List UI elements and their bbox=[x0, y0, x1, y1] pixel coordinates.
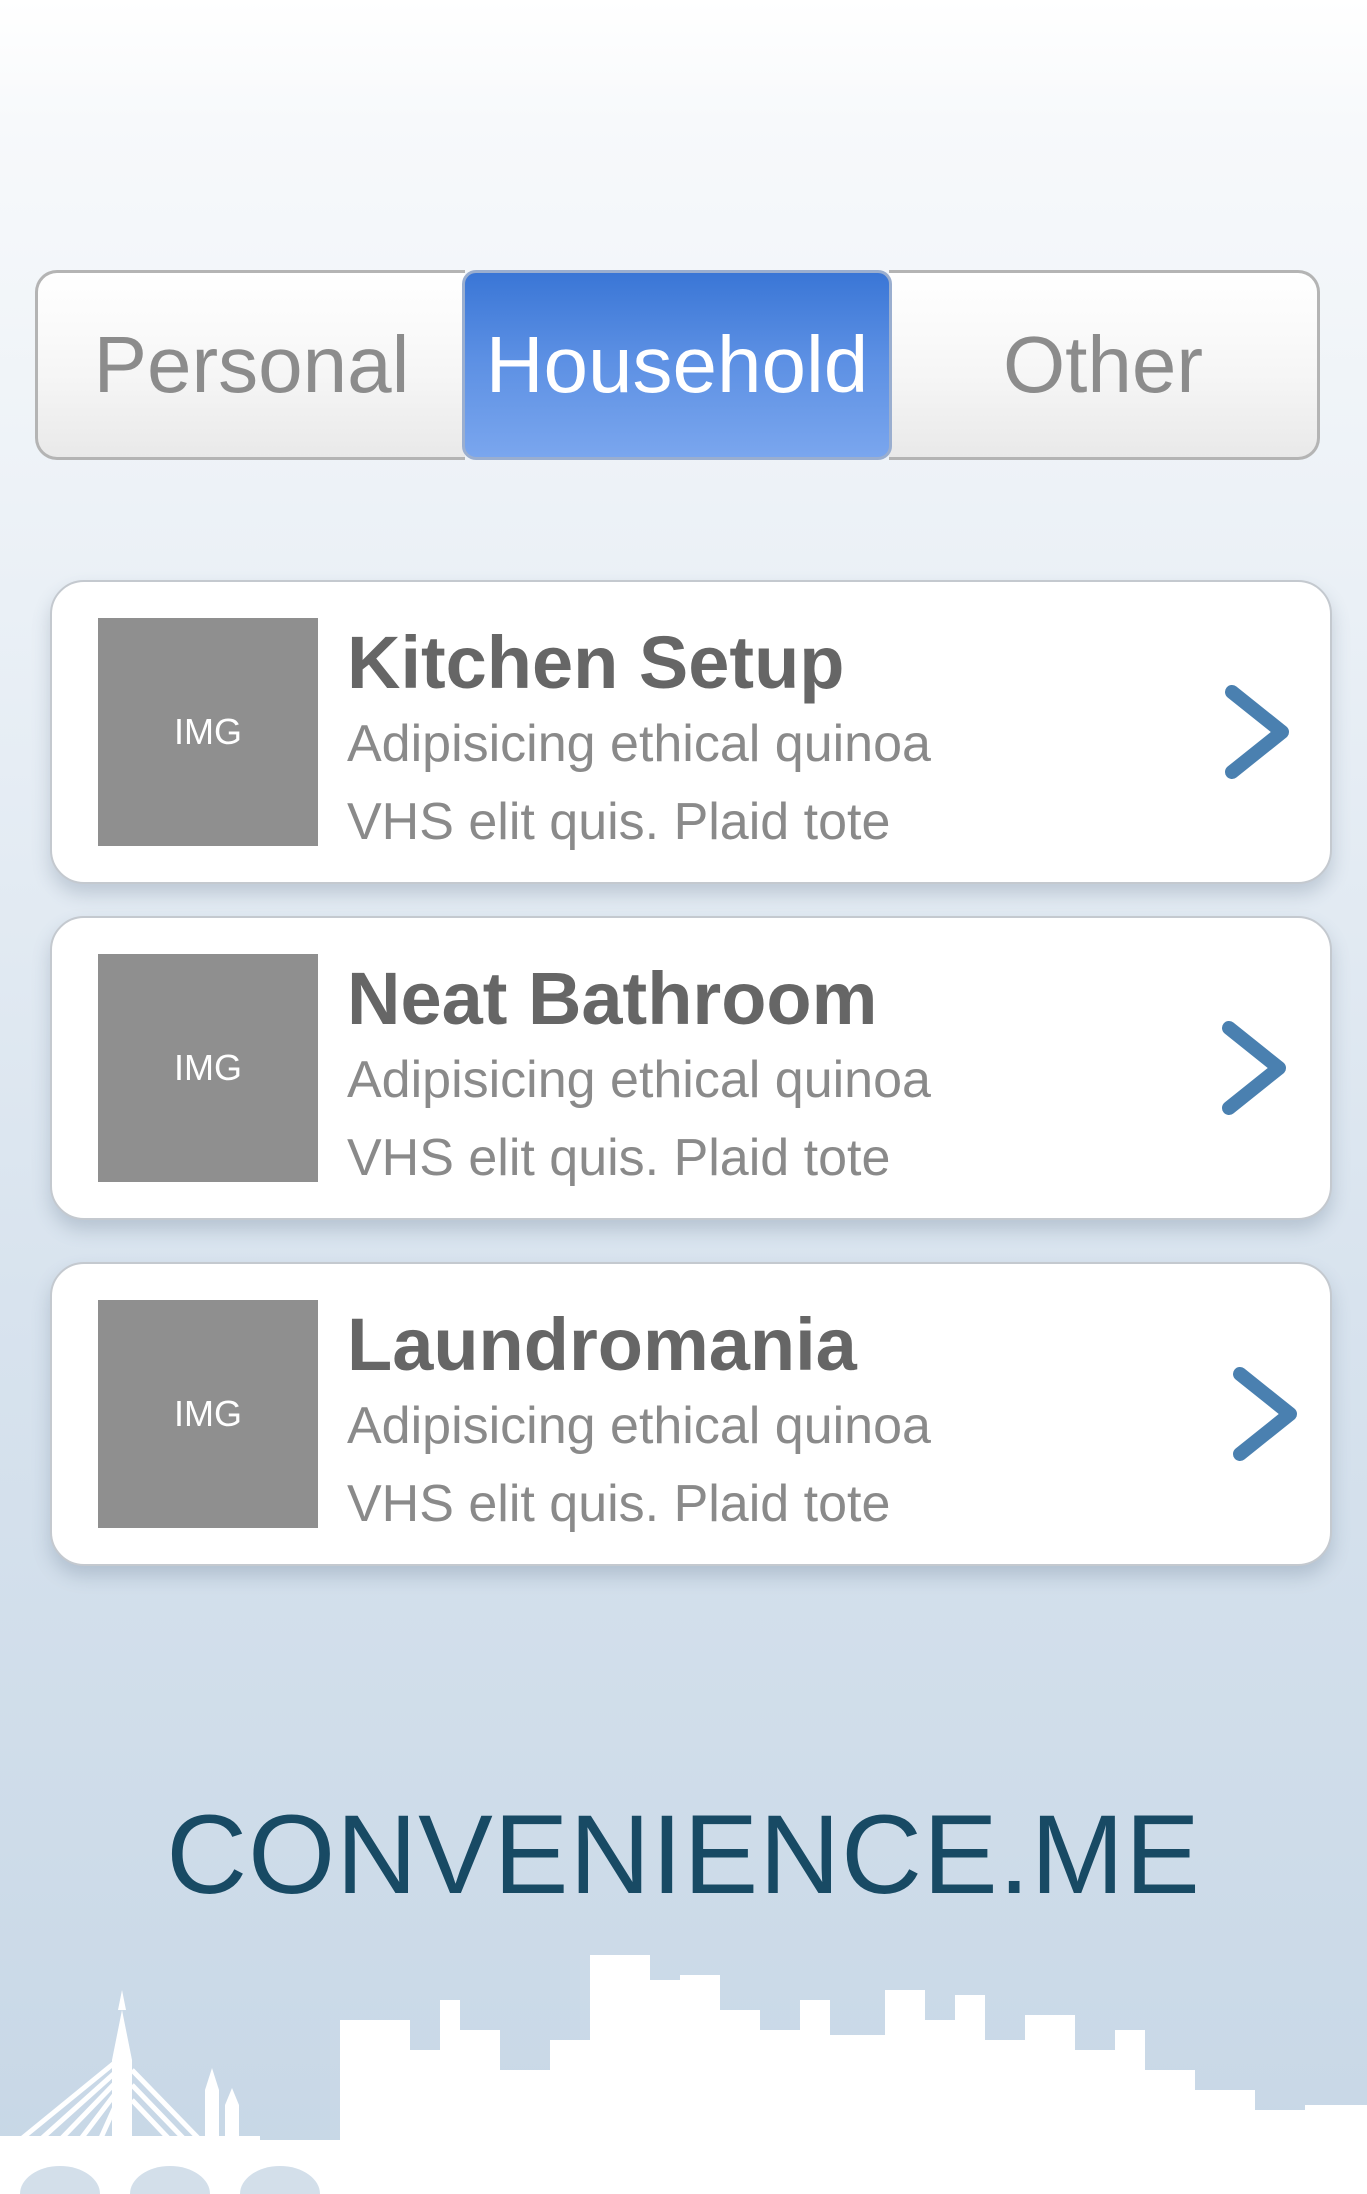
category-segmented-control: Personal Household Other bbox=[35, 270, 1320, 460]
chevron-right-icon[interactable] bbox=[1209, 1018, 1299, 1118]
item-description-line2: VHS elit quis. Plaid tote bbox=[347, 793, 891, 851]
city-skyline-illustration bbox=[0, 1955, 1367, 2194]
item-description-line1: Adipisicing ethical quinoa bbox=[347, 1051, 931, 1109]
list-item-laundromania[interactable]: IMG Laundromania Adipisicing ethical qui… bbox=[50, 1262, 1332, 1566]
list-item-kitchen-setup[interactable]: IMG Kitchen Setup Adipisicing ethical qu… bbox=[50, 580, 1332, 884]
item-thumbnail: IMG bbox=[98, 1300, 318, 1528]
tab-personal[interactable]: Personal bbox=[35, 270, 465, 460]
item-thumbnail: IMG bbox=[98, 618, 318, 846]
item-title: Laundromania bbox=[347, 1303, 857, 1386]
list-item-neat-bathroom[interactable]: IMG Neat Bathroom Adipisicing ethical qu… bbox=[50, 916, 1332, 1220]
item-description-line1: Adipisicing ethical quinoa bbox=[347, 1397, 931, 1455]
tab-household[interactable]: Household bbox=[462, 270, 892, 460]
thumbnail-placeholder-label: IMG bbox=[174, 1393, 242, 1434]
item-title: Kitchen Setup bbox=[347, 621, 845, 704]
tab-other[interactable]: Other bbox=[889, 270, 1320, 460]
item-title: Neat Bathroom bbox=[347, 957, 878, 1040]
item-description-line1: Adipisicing ethical quinoa bbox=[347, 715, 931, 773]
item-description-line2: VHS elit quis. Plaid tote bbox=[347, 1475, 891, 1533]
thumbnail-placeholder-label: IMG bbox=[174, 711, 242, 752]
chevron-right-icon[interactable] bbox=[1212, 682, 1302, 782]
brand-wordmark: CONVENIENCE.ME bbox=[166, 1792, 1201, 1917]
item-thumbnail: IMG bbox=[98, 954, 318, 1182]
chevron-right-icon[interactable] bbox=[1220, 1364, 1310, 1464]
item-description-line2: VHS elit quis. Plaid tote bbox=[347, 1129, 891, 1187]
thumbnail-placeholder-label: IMG bbox=[174, 1047, 242, 1088]
